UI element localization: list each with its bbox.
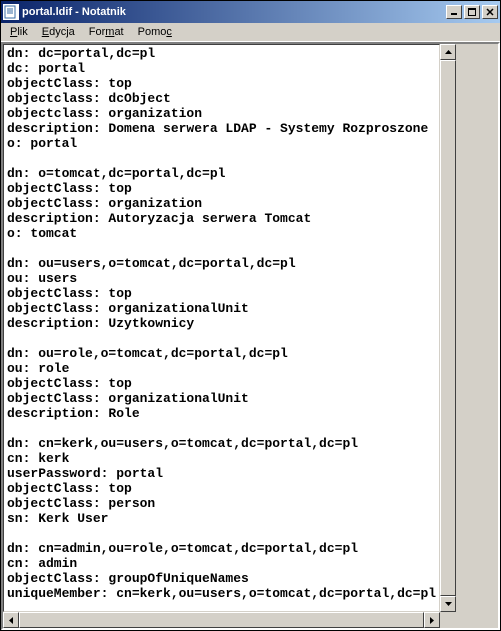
scroll-thumb-h[interactable] [19, 612, 424, 628]
horizontal-scrollbar-wrap [3, 612, 456, 628]
window-title: portal.ldif - Notatnik [22, 6, 446, 18]
scroll-down-button[interactable] [440, 596, 456, 612]
vertical-scrollbar[interactable] [440, 44, 456, 612]
minimize-button[interactable] [446, 5, 462, 19]
menu-format-rest: at [114, 26, 123, 38]
menu-bar: Plik Edycja Format Pomoc [1, 23, 500, 42]
scroll-left-button[interactable] [3, 612, 19, 628]
scrollbar-corner [440, 612, 456, 628]
text-editor[interactable]: dn: dc=portal,dc=pl dc: portal objectCla… [3, 44, 440, 612]
app-icon [3, 4, 19, 20]
window-controls [446, 5, 498, 19]
menu-file-rest: lik [17, 26, 27, 38]
scroll-right-button[interactable] [424, 612, 440, 628]
scroll-up-button[interactable] [440, 44, 456, 60]
horizontal-scrollbar[interactable] [3, 612, 440, 628]
title-bar: portal.ldif - Notatnik [1, 1, 500, 23]
menu-help[interactable]: Pomoc [131, 24, 179, 40]
scroll-thumb-v[interactable] [440, 60, 456, 596]
menu-file[interactable]: Plik [3, 24, 35, 40]
menu-edit[interactable]: Edycja [35, 24, 82, 40]
maximize-button[interactable] [464, 5, 480, 19]
menu-format[interactable]: Format [82, 24, 131, 40]
close-button[interactable] [482, 5, 498, 19]
menu-edit-rest: dycja [49, 26, 75, 38]
client-area: dn: dc=portal,dc=pl dc: portal objectCla… [1, 42, 500, 630]
